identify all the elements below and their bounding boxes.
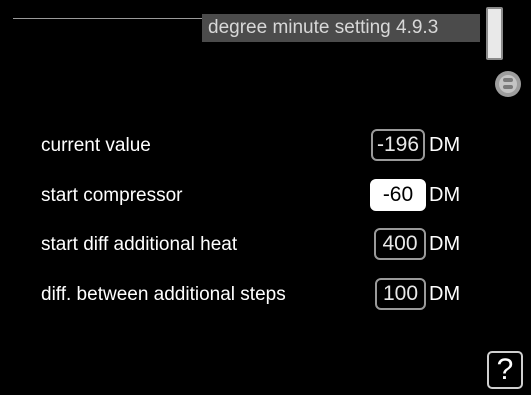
- value-field: -196: [371, 129, 425, 161]
- row-start-diff-additional-heat[interactable]: start diff additional heat 400 DM: [41, 228, 501, 262]
- page-title: degree minute setting 4.9.3: [202, 14, 480, 42]
- unit-label: DM: [429, 134, 461, 156]
- row-current-value: current value -196 DM: [41, 129, 501, 163]
- row-label: current value: [41, 135, 151, 156]
- row-start-compressor[interactable]: start compressor -60 DM: [41, 179, 501, 213]
- unit-label: DM: [429, 233, 461, 255]
- row-label: start diff additional heat: [41, 234, 238, 255]
- row-label: start compressor: [41, 185, 183, 206]
- row-label: diff. between additional steps: [41, 284, 286, 305]
- unit-label: DM: [429, 184, 461, 206]
- value-field-selected[interactable]: -60: [370, 179, 426, 211]
- scrollbar[interactable]: [486, 7, 503, 60]
- thumb-icon[interactable]: [493, 69, 523, 99]
- title-divider: [13, 18, 206, 19]
- unit-label: DM: [429, 283, 461, 305]
- row-diff-between-additional-steps[interactable]: diff. between additional steps 100 DM: [41, 278, 501, 312]
- value-field[interactable]: 100: [375, 278, 426, 310]
- value-field[interactable]: 400: [374, 228, 426, 260]
- help-icon[interactable]: ?: [487, 351, 523, 389]
